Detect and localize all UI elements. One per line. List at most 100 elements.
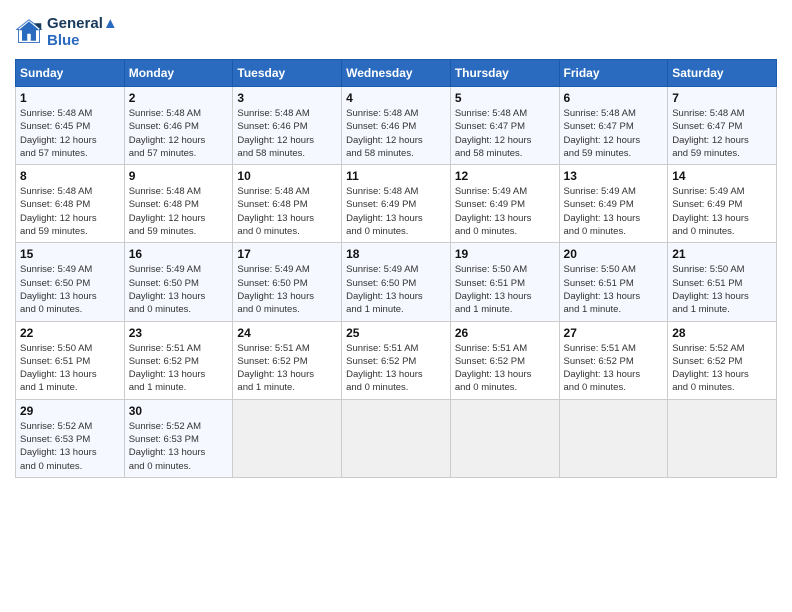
day-detail: Sunrise: 5:48 AMSunset: 6:47 PMDaylight:… — [672, 107, 772, 160]
calendar-cell: 23 Sunrise: 5:51 AMSunset: 6:52 PMDayligh… — [124, 321, 233, 399]
day-detail: Sunrise: 5:48 AMSunset: 6:49 PMDaylight:… — [346, 185, 446, 238]
calendar-cell: 29 Sunrise: 5:52 AMSunset: 6:53 PMDayligh… — [16, 399, 125, 477]
calendar-cell: 10 Sunrise: 5:48 AMSunset: 6:48 PMDayligh… — [233, 165, 342, 243]
day-number: 13 — [564, 169, 664, 183]
calendar-cell: 30 Sunrise: 5:52 AMSunset: 6:53 PMDayligh… — [124, 399, 233, 477]
calendar-cell: 6 Sunrise: 5:48 AMSunset: 6:47 PMDaylight… — [559, 87, 668, 165]
day-detail: Sunrise: 5:49 AMSunset: 6:49 PMDaylight:… — [564, 185, 664, 238]
day-detail: Sunrise: 5:51 AMSunset: 6:52 PMDaylight:… — [564, 342, 664, 395]
day-detail: Sunrise: 5:52 AMSunset: 6:52 PMDaylight:… — [672, 342, 772, 395]
day-number: 14 — [672, 169, 772, 183]
calendar-cell: 27 Sunrise: 5:51 AMSunset: 6:52 PMDayligh… — [559, 321, 668, 399]
day-number: 12 — [455, 169, 555, 183]
calendar-cell: 4Sunrise: 5:48 AMSunset: 6:46 PMDaylight… — [342, 87, 451, 165]
day-detail: Sunrise: 5:49 AMSunset: 6:49 PMDaylight:… — [455, 185, 555, 238]
day-number: 5 — [455, 91, 555, 105]
day-detail: Sunrise: 5:51 AMSunset: 6:52 PMDaylight:… — [237, 342, 337, 395]
calendar-cell: 25 Sunrise: 5:51 AMSunset: 6:52 PMDayligh… — [342, 321, 451, 399]
day-number: 23 — [129, 326, 229, 340]
day-detail: Sunrise: 5:49 AMSunset: 6:50 PMDaylight:… — [129, 263, 229, 316]
calendar-cell: 16 Sunrise: 5:49 AMSunset: 6:50 PMDayligh… — [124, 243, 233, 321]
calendar-cell: 2 Sunrise: 5:48 AMSunset: 6:46 PMDaylight… — [124, 87, 233, 165]
calendar-cell: 3 Sunrise: 5:48 AMSunset: 6:46 PMDaylight… — [233, 87, 342, 165]
day-number: 22 — [20, 326, 120, 340]
day-number: 9 — [129, 169, 229, 183]
calendar-cell: 12 Sunrise: 5:49 AMSunset: 6:49 PMDayligh… — [450, 165, 559, 243]
day-detail: Sunrise: 5:50 AMSunset: 6:51 PMDaylight:… — [20, 342, 120, 395]
calendar-cell: 19Sunrise: 5:50 AMSunset: 6:51 PMDayligh… — [450, 243, 559, 321]
calendar-cell — [559, 399, 668, 477]
day-detail: Sunrise: 5:48 AMSunset: 6:47 PMDaylight:… — [455, 107, 555, 160]
calendar-cell: 7 Sunrise: 5:48 AMSunset: 6:47 PMDaylight… — [668, 87, 777, 165]
day-detail: Sunrise: 5:52 AMSunset: 6:53 PMDaylight:… — [129, 420, 229, 473]
day-of-week-header: Sunday — [16, 60, 125, 87]
day-of-week-header: Thursday — [450, 60, 559, 87]
day-number: 6 — [564, 91, 664, 105]
day-number: 18 — [346, 247, 446, 261]
logo-icon — [15, 18, 43, 46]
calendar-week-row: 29 Sunrise: 5:52 AMSunset: 6:53 PMDayligh… — [16, 399, 777, 477]
day-detail: Sunrise: 5:50 AMSunset: 6:51 PMDaylight:… — [564, 263, 664, 316]
day-detail: Sunrise: 5:48 AMSunset: 6:46 PMDaylight:… — [237, 107, 337, 160]
calendar-cell: 13 Sunrise: 5:49 AMSunset: 6:49 PMDayligh… — [559, 165, 668, 243]
calendar-header-row: SundayMondayTuesdayWednesdayThursdayFrid… — [16, 60, 777, 87]
day-number: 3 — [237, 91, 337, 105]
calendar-cell: 15 Sunrise: 5:49 AMSunset: 6:50 PMDayligh… — [16, 243, 125, 321]
calendar-table: SundayMondayTuesdayWednesdayThursdayFrid… — [15, 59, 777, 478]
day-number: 27 — [564, 326, 664, 340]
day-detail: Sunrise: 5:48 AMSunset: 6:45 PMDaylight:… — [20, 107, 120, 160]
day-detail: Sunrise: 5:48 AMSunset: 6:46 PMDaylight:… — [129, 107, 229, 160]
day-detail: Sunrise: 5:48 AMSunset: 6:46 PMDaylight:… — [346, 107, 446, 160]
day-detail: Sunrise: 5:51 AMSunset: 6:52 PMDaylight:… — [346, 342, 446, 395]
day-of-week-header: Tuesday — [233, 60, 342, 87]
day-number: 2 — [129, 91, 229, 105]
calendar-week-row: 1 Sunrise: 5:48 AMSunset: 6:45 PMDaylight… — [16, 87, 777, 165]
calendar-week-row: 22 Sunrise: 5:50 AMSunset: 6:51 PMDayligh… — [16, 321, 777, 399]
calendar-cell: 5 Sunrise: 5:48 AMSunset: 6:47 PMDaylight… — [450, 87, 559, 165]
day-number: 19 — [455, 247, 555, 261]
header: General▲ Blue — [15, 15, 777, 49]
day-detail: Sunrise: 5:49 AMSunset: 6:49 PMDaylight:… — [672, 185, 772, 238]
calendar-cell: 20 Sunrise: 5:50 AMSunset: 6:51 PMDayligh… — [559, 243, 668, 321]
day-detail: Sunrise: 5:48 AMSunset: 6:48 PMDaylight:… — [237, 185, 337, 238]
calendar-cell: 22 Sunrise: 5:50 AMSunset: 6:51 PMDayligh… — [16, 321, 125, 399]
day-number: 30 — [129, 404, 229, 418]
day-number: 8 — [20, 169, 120, 183]
calendar-cell: 24 Sunrise: 5:51 AMSunset: 6:52 PMDayligh… — [233, 321, 342, 399]
day-detail: Sunrise: 5:51 AMSunset: 6:52 PMDaylight:… — [129, 342, 229, 395]
day-number: 26 — [455, 326, 555, 340]
calendar-cell — [342, 399, 451, 477]
logo: General▲ Blue — [15, 15, 118, 49]
day-number: 17 — [237, 247, 337, 261]
day-number: 29 — [20, 404, 120, 418]
day-number: 24 — [237, 326, 337, 340]
calendar-cell: 21Sunrise: 5:50 AMSunset: 6:51 PMDayligh… — [668, 243, 777, 321]
day-number: 1 — [20, 91, 120, 105]
calendar-cell — [668, 399, 777, 477]
day-number: 25 — [346, 326, 446, 340]
calendar-cell: 1 Sunrise: 5:48 AMSunset: 6:45 PMDaylight… — [16, 87, 125, 165]
calendar-cell: 26Sunrise: 5:51 AMSunset: 6:52 PMDayligh… — [450, 321, 559, 399]
day-detail: Sunrise: 5:48 AMSunset: 6:47 PMDaylight:… — [564, 107, 664, 160]
day-detail: Sunrise: 5:48 AMSunset: 6:48 PMDaylight:… — [129, 185, 229, 238]
day-of-week-header: Wednesday — [342, 60, 451, 87]
calendar-cell: 28 Sunrise: 5:52 AMSunset: 6:52 PMDayligh… — [668, 321, 777, 399]
day-detail: Sunrise: 5:49 AMSunset: 6:50 PMDaylight:… — [346, 263, 446, 316]
day-of-week-header: Saturday — [668, 60, 777, 87]
day-number: 20 — [564, 247, 664, 261]
day-number: 10 — [237, 169, 337, 183]
calendar-cell: 8 Sunrise: 5:48 AMSunset: 6:48 PMDaylight… — [16, 165, 125, 243]
day-detail: Sunrise: 5:49 AMSunset: 6:50 PMDaylight:… — [237, 263, 337, 316]
day-number: 16 — [129, 247, 229, 261]
day-number: 15 — [20, 247, 120, 261]
day-of-week-header: Monday — [124, 60, 233, 87]
calendar-cell: 18 Sunrise: 5:49 AMSunset: 6:50 PMDayligh… — [342, 243, 451, 321]
calendar-week-row: 15 Sunrise: 5:49 AMSunset: 6:50 PMDayligh… — [16, 243, 777, 321]
day-detail: Sunrise: 5:48 AMSunset: 6:48 PMDaylight:… — [20, 185, 120, 238]
day-number: 7 — [672, 91, 772, 105]
day-detail: Sunrise: 5:49 AMSunset: 6:50 PMDaylight:… — [20, 263, 120, 316]
day-detail: Sunrise: 5:52 AMSunset: 6:53 PMDaylight:… — [20, 420, 120, 473]
day-number: 11 — [346, 169, 446, 183]
calendar-cell — [233, 399, 342, 477]
day-number: 28 — [672, 326, 772, 340]
